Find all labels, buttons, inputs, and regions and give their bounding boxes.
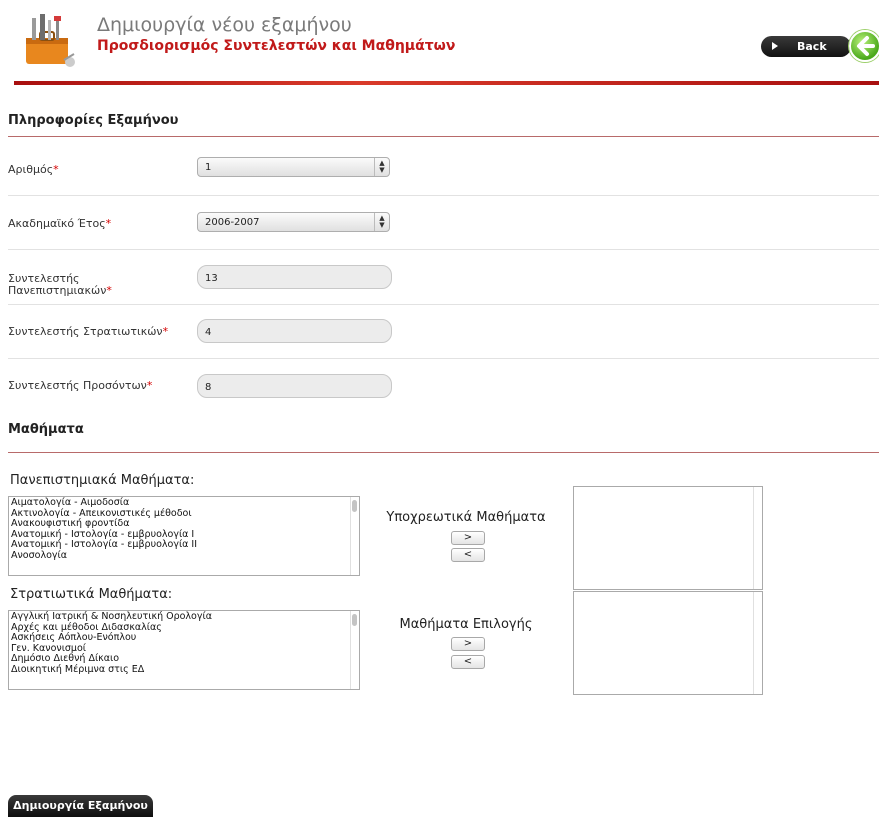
university-courses-title: Πανεπιστημιακά Μαθήματα: bbox=[10, 473, 195, 488]
back-button-label: Back bbox=[797, 40, 827, 53]
elective-courses-title: Μαθήματα Επιλογής bbox=[399, 617, 533, 632]
row-divider bbox=[8, 358, 879, 359]
section-divider bbox=[8, 452, 879, 453]
elective-courses-list[interactable] bbox=[573, 591, 763, 695]
scrollbar-thumb[interactable] bbox=[352, 614, 357, 626]
number-select[interactable]: 1 ▲ ▼ bbox=[197, 157, 390, 177]
number-label: Αριθμός* bbox=[8, 163, 59, 176]
play-icon bbox=[772, 42, 778, 50]
select-arrows-icon: ▲ ▼ bbox=[374, 213, 389, 231]
academic-year-label: Ακαδημαϊκό Έτος* bbox=[8, 217, 112, 230]
mandatory-courses-list[interactable] bbox=[573, 486, 763, 590]
list-item[interactable]: Αιματολογία - Αιμοδοσία bbox=[11, 497, 359, 509]
qualifications-coefficient-label: Συντελεστής Προσόντων* bbox=[8, 379, 153, 392]
military-courses-title: Στρατιωτικά Μαθήματα: bbox=[10, 587, 173, 602]
scrollbar-track[interactable] bbox=[753, 592, 762, 694]
scrollbar-track[interactable] bbox=[753, 487, 762, 589]
select-arrows-icon: ▲ ▼ bbox=[374, 158, 389, 176]
header-divider bbox=[14, 81, 879, 85]
page-title: Δημιουργία νέου εξαμήνου bbox=[97, 14, 352, 36]
create-semester-button[interactable]: Δημιουργία Εξαμήνου bbox=[8, 795, 153, 817]
remove-elective-button[interactable]: < bbox=[451, 655, 485, 669]
university-coefficient-input[interactable]: 13 bbox=[197, 265, 392, 289]
qualifications-coefficient-input[interactable]: 8 bbox=[197, 374, 392, 398]
courses-section-title: Μαθήματα bbox=[8, 422, 84, 437]
list-item[interactable]: Ανοσολογία bbox=[11, 550, 359, 562]
remove-mandatory-button[interactable]: < bbox=[451, 548, 485, 562]
row-divider bbox=[8, 304, 879, 305]
list-item[interactable]: Διοικητική Μέριμνα στις ΕΔ bbox=[11, 664, 359, 676]
academic-year-select[interactable]: 2006-2007 ▲ ▼ bbox=[197, 212, 390, 232]
page-header: Δημιουργία νέου εξαμήνου Προσδιορισμός Σ… bbox=[0, 0, 879, 90]
military-coefficient-label: Συντελεστής Στρατιωτικών* bbox=[8, 325, 169, 338]
scrollbar-thumb[interactable] bbox=[352, 500, 357, 512]
military-coefficient-input[interactable]: 4 bbox=[197, 319, 392, 343]
page-subtitle: Προσδιορισμός Συντελεστών και Μαθημάτων bbox=[97, 38, 456, 54]
row-divider bbox=[8, 249, 879, 250]
add-mandatory-button[interactable]: > bbox=[451, 531, 485, 545]
back-button[interactable]: Back bbox=[761, 36, 851, 57]
back-arrow-icon[interactable] bbox=[849, 30, 879, 62]
info-section-title: Πληροφορίες Εξαμήνου bbox=[8, 113, 179, 128]
list-item[interactable]: Αγγλική Ιατρική & Νοσηλευτική Ορολογία bbox=[11, 611, 359, 623]
toolbox-logo-icon bbox=[22, 12, 80, 70]
section-divider bbox=[8, 136, 879, 137]
row-divider bbox=[8, 195, 879, 196]
add-elective-button[interactable]: > bbox=[451, 637, 485, 651]
mandatory-courses-title: Υποχρεωτικά Μαθήματα bbox=[386, 510, 546, 525]
military-courses-list[interactable]: Αγγλική Ιατρική & Νοσηλευτική Ορολογία Α… bbox=[8, 610, 360, 690]
university-courses-list[interactable]: Αιματολογία - Αιμοδοσία Ακτινολογία - Απ… bbox=[8, 496, 360, 576]
university-coefficient-label: Συντελεστής Πανεπιστημιακών* bbox=[8, 272, 112, 297]
